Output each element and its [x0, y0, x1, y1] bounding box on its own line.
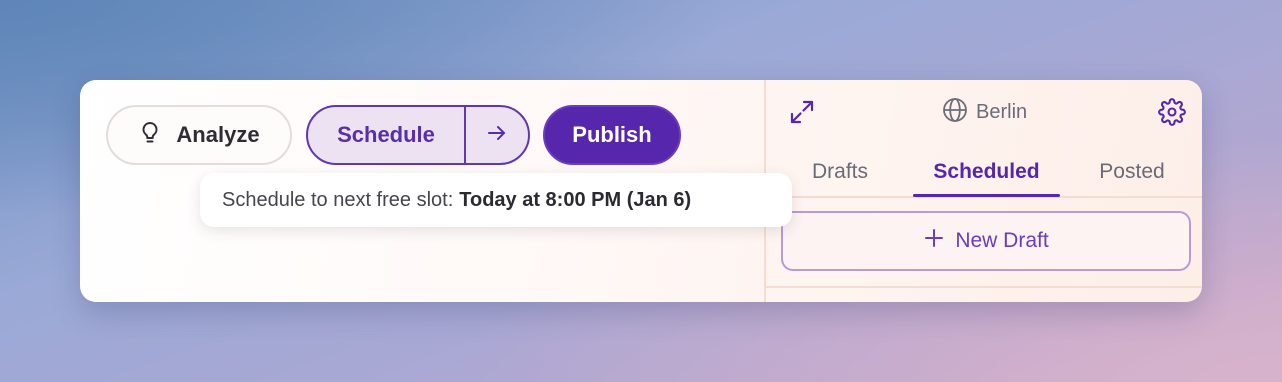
gear-icon[interactable]: [1158, 98, 1186, 126]
tab-posted[interactable]: Posted: [1068, 148, 1196, 196]
expand-icon[interactable]: [788, 98, 816, 126]
arrow-right-icon: [485, 121, 509, 150]
globe-icon: [942, 97, 968, 128]
composer-card: Analyze Schedule Publish Schedule to nex…: [80, 80, 1202, 302]
tab-scheduled[interactable]: Scheduled: [913, 148, 1060, 197]
schedule-tooltip: Schedule to next free slot: Today at 8:0…: [200, 173, 792, 227]
schedule-split-button: Schedule: [306, 105, 530, 165]
tab-drafts[interactable]: Drafts: [786, 148, 894, 196]
analyze-label: Analyze: [176, 122, 260, 147]
new-draft-label: New Draft: [955, 229, 1049, 252]
schedule-button[interactable]: Schedule: [308, 107, 466, 163]
list-divider: [766, 286, 1202, 288]
analyze-button[interactable]: Analyze: [106, 105, 292, 165]
location-label: Berlin: [976, 100, 1028, 123]
location-indicator[interactable]: Berlin: [942, 97, 1028, 128]
plus-icon: [923, 227, 945, 255]
posts-panel: Berlin Drafts Scheduled Posted New Draft: [766, 80, 1202, 302]
post-tabs: Drafts Scheduled Posted: [766, 148, 1202, 198]
composer-actions: Analyze Schedule Publish Schedule to nex…: [80, 80, 792, 302]
tooltip-slot: Today at 8:00 PM (Jan 6): [459, 188, 692, 211]
lightbulb-icon: [138, 120, 162, 151]
tooltip-prefix: Schedule to next free slot:: [222, 188, 454, 211]
publish-button[interactable]: Publish: [543, 105, 681, 165]
new-draft-button[interactable]: New Draft: [781, 211, 1191, 271]
schedule-next-slot-button[interactable]: [466, 107, 528, 163]
